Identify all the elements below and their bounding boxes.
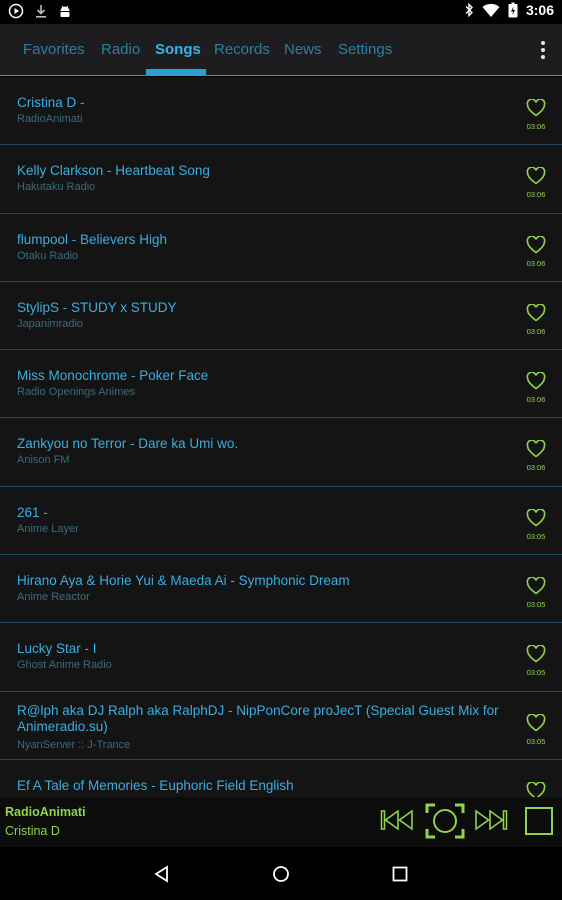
song-station: Anison FM	[17, 454, 70, 467]
battery-icon	[508, 2, 518, 18]
heart-icon[interactable]	[526, 577, 546, 595]
song-station: Anime Layer	[17, 522, 79, 535]
list-item[interactable]: Lucky Star - I Ghost Anime Radio 03:05	[0, 623, 562, 692]
overflow-menu-icon[interactable]	[538, 39, 548, 61]
heart-icon[interactable]	[526, 167, 546, 185]
list-item[interactable]: Cristina D - RadioAnimati 03:06	[0, 77, 562, 146]
song-title: Kelly Clarkson - Heartbeat Song	[17, 163, 210, 179]
song-title: Hirano Aya & Horie Yui & Maeda Ai - Symp…	[17, 573, 350, 589]
tab-favorites[interactable]: Favorites	[23, 41, 85, 58]
song-title: Miss Monochrome - Poker Face	[17, 368, 209, 384]
status-bar-system: 3:06	[464, 2, 554, 18]
tab-records[interactable]: Records	[214, 41, 270, 58]
song-list[interactable]: Cristina D - RadioAnimati 03:06 Kelly Cl…	[0, 77, 562, 797]
back-icon[interactable]	[153, 865, 171, 883]
status-time: 3:06	[525, 2, 554, 18]
list-item[interactable]: Kelly Clarkson - Heartbeat Song Hakutaku…	[0, 145, 562, 214]
song-time: 03:05	[526, 531, 546, 541]
tab-songs[interactable]: Songs	[155, 41, 201, 58]
list-item[interactable]: 261 - Anime Layer 03:05	[0, 486, 562, 556]
song-title: 261 -	[17, 504, 48, 520]
tab-news[interactable]: News	[284, 41, 322, 58]
heart-icon[interactable]	[526, 508, 546, 527]
download-icon	[36, 5, 46, 18]
song-time: 03:05	[526, 736, 546, 746]
song-time: 03:06	[526, 258, 546, 268]
song-time: 03:06	[526, 326, 546, 336]
tab-bar: Favorites Radio Songs Records News Setti…	[0, 24, 562, 76]
song-title: Ef A Tale of Memories - Euphoric Field E…	[17, 777, 294, 793]
song-title: Lucky Star - I	[17, 641, 97, 657]
next-icon[interactable]	[474, 809, 508, 831]
home-icon[interactable]	[272, 865, 290, 883]
wifi-icon	[482, 3, 500, 17]
list-item[interactable]: Ef A Tale of Memories - Euphoric Field E…	[0, 759, 562, 797]
list-item[interactable]: Zankyou no Terror - Dare ka Umi wo. Anis…	[0, 418, 562, 487]
heart-icon[interactable]	[526, 645, 546, 663]
song-time: 03:05	[526, 668, 546, 678]
song-time: 03:06	[526, 463, 546, 473]
list-item[interactable]: StylipS - STUDY x STUDY Japanimradio 03:…	[0, 281, 562, 351]
list-item[interactable]: R@lph aka DJ Ralph aka RalphDJ - NipPonC…	[0, 691, 562, 760]
song-title: Zankyou no Terror - Dare ka Umi wo.	[17, 436, 239, 452]
song-station: Ghost Anime Radio	[17, 659, 112, 672]
song-station: RadioAnimati	[17, 113, 83, 125]
song-time: 03:05	[526, 600, 546, 610]
heart-icon[interactable]	[526, 99, 546, 117]
stop-icon[interactable]	[525, 807, 553, 835]
heart-icon[interactable]	[526, 303, 546, 322]
song-station: Japanimradio	[17, 317, 84, 330]
recents-icon[interactable]	[392, 866, 408, 882]
active-tab-indicator	[146, 69, 206, 75]
heart-icon[interactable]	[526, 440, 546, 458]
song-station: Radio Openings Animes	[17, 386, 136, 399]
navigation-bar	[0, 847, 562, 900]
song-title: flumpool - Believers High	[17, 231, 168, 247]
song-time: 03:06	[526, 395, 546, 405]
android-icon	[60, 5, 70, 17]
heart-icon[interactable]	[526, 235, 546, 254]
play-record-icon[interactable]	[424, 801, 466, 841]
previous-icon[interactable]	[380, 809, 414, 831]
list-item[interactable]: Hirano Aya & Horie Yui & Maeda Ai - Symp…	[0, 555, 562, 624]
song-station: Otaku Radio	[17, 249, 79, 262]
song-title: R@lph aka DJ Ralph aka RalphDJ - NipPonC…	[17, 702, 499, 734]
tab-radio[interactable]: Radio	[101, 41, 140, 58]
status-bar-notifications	[8, 3, 72, 19]
song-title: Cristina D -	[17, 95, 85, 110]
heart-icon[interactable]	[526, 781, 546, 797]
song-station: Hakutaku Radio	[17, 181, 96, 194]
list-item[interactable]: Miss Monochrome - Poker Face Radio Openi…	[0, 350, 562, 419]
status-bar: 3:06	[0, 0, 562, 24]
song-title: StylipS - STUDY x STUDY	[17, 299, 177, 315]
heart-icon[interactable]	[526, 713, 546, 732]
heart-icon[interactable]	[526, 372, 546, 390]
song-time: 03:06	[526, 122, 546, 131]
tab-settings[interactable]: Settings	[338, 41, 392, 58]
list-item[interactable]: flumpool - Believers High Otaku Radio 03…	[0, 213, 562, 282]
song-station: NyanServer :: J-Trance	[17, 738, 131, 751]
song-time: 03:06	[526, 190, 546, 200]
song-station: Anime Reactor	[17, 591, 90, 604]
now-playing-song: Cristina D	[5, 824, 60, 838]
now-playing-station: RadioAnimati	[5, 805, 86, 819]
bluetooth-icon	[465, 2, 473, 18]
play-circle-icon	[8, 3, 24, 19]
player-bar: RadioAnimati Cristina D	[0, 797, 562, 847]
